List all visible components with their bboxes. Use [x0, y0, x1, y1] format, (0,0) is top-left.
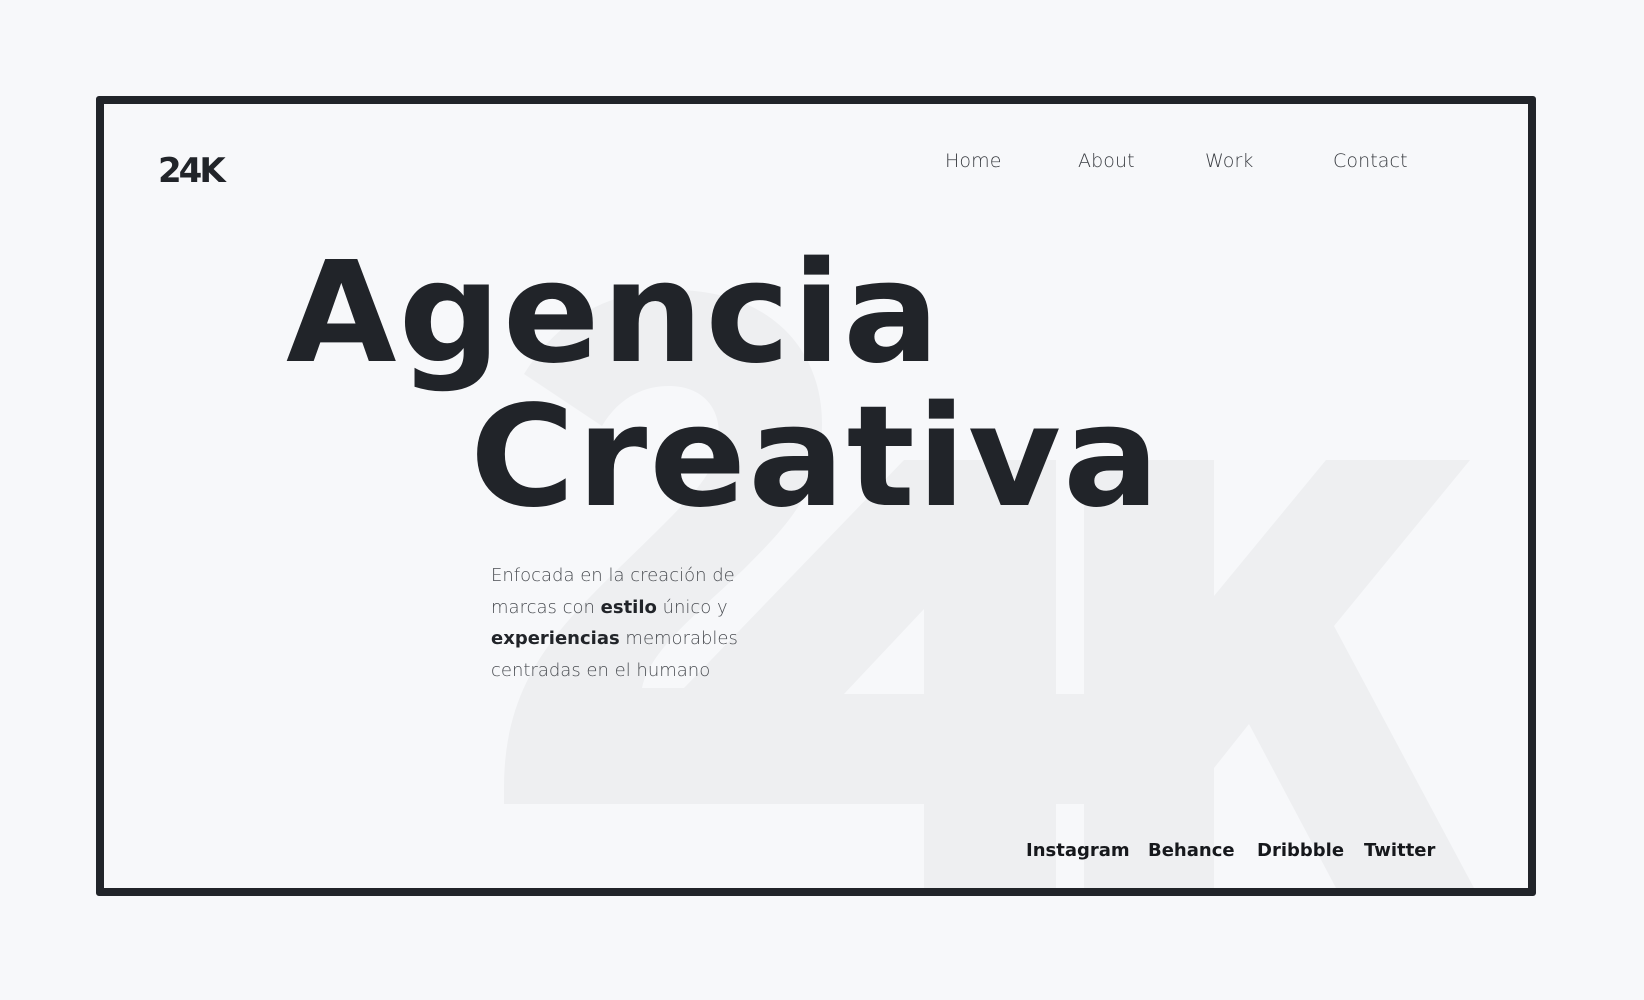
description-line-1: Enfocada en la creación de — [491, 565, 735, 586]
social-link-twitter[interactable]: Twitter — [1364, 840, 1435, 866]
hero-description: Enfocada en la creación de marcas con es… — [491, 560, 791, 686]
main-nav: Home About Work Contact — [104, 150, 1528, 180]
emphasis-estilo: estilo — [600, 596, 657, 618]
nav-item-about[interactable]: About — [1078, 150, 1135, 172]
social-link-instagram[interactable]: Instagram — [1026, 840, 1130, 866]
description-line-4: centradas en el humano — [491, 659, 711, 681]
hero-title-line1: Agencia — [286, 232, 942, 395]
nav-item-home[interactable]: Home — [945, 150, 1002, 172]
emphasis-experiencias: experiencias — [491, 628, 620, 649]
nav-item-work[interactable]: Work — [1205, 150, 1254, 172]
description-line-2: marcas con estilo único y — [491, 596, 728, 618]
social-link-behance[interactable]: Behance — [1148, 840, 1235, 866]
social-link-dribbble[interactable]: Dribbble — [1257, 840, 1344, 866]
hero-title-line2: Creativa — [470, 376, 1162, 539]
nav-item-contact[interactable]: Contact — [1333, 150, 1408, 172]
description-line-3: experiencias memorables — [491, 628, 738, 649]
page-frame: 24K Home About Work Contact Agencia Crea… — [96, 96, 1536, 896]
